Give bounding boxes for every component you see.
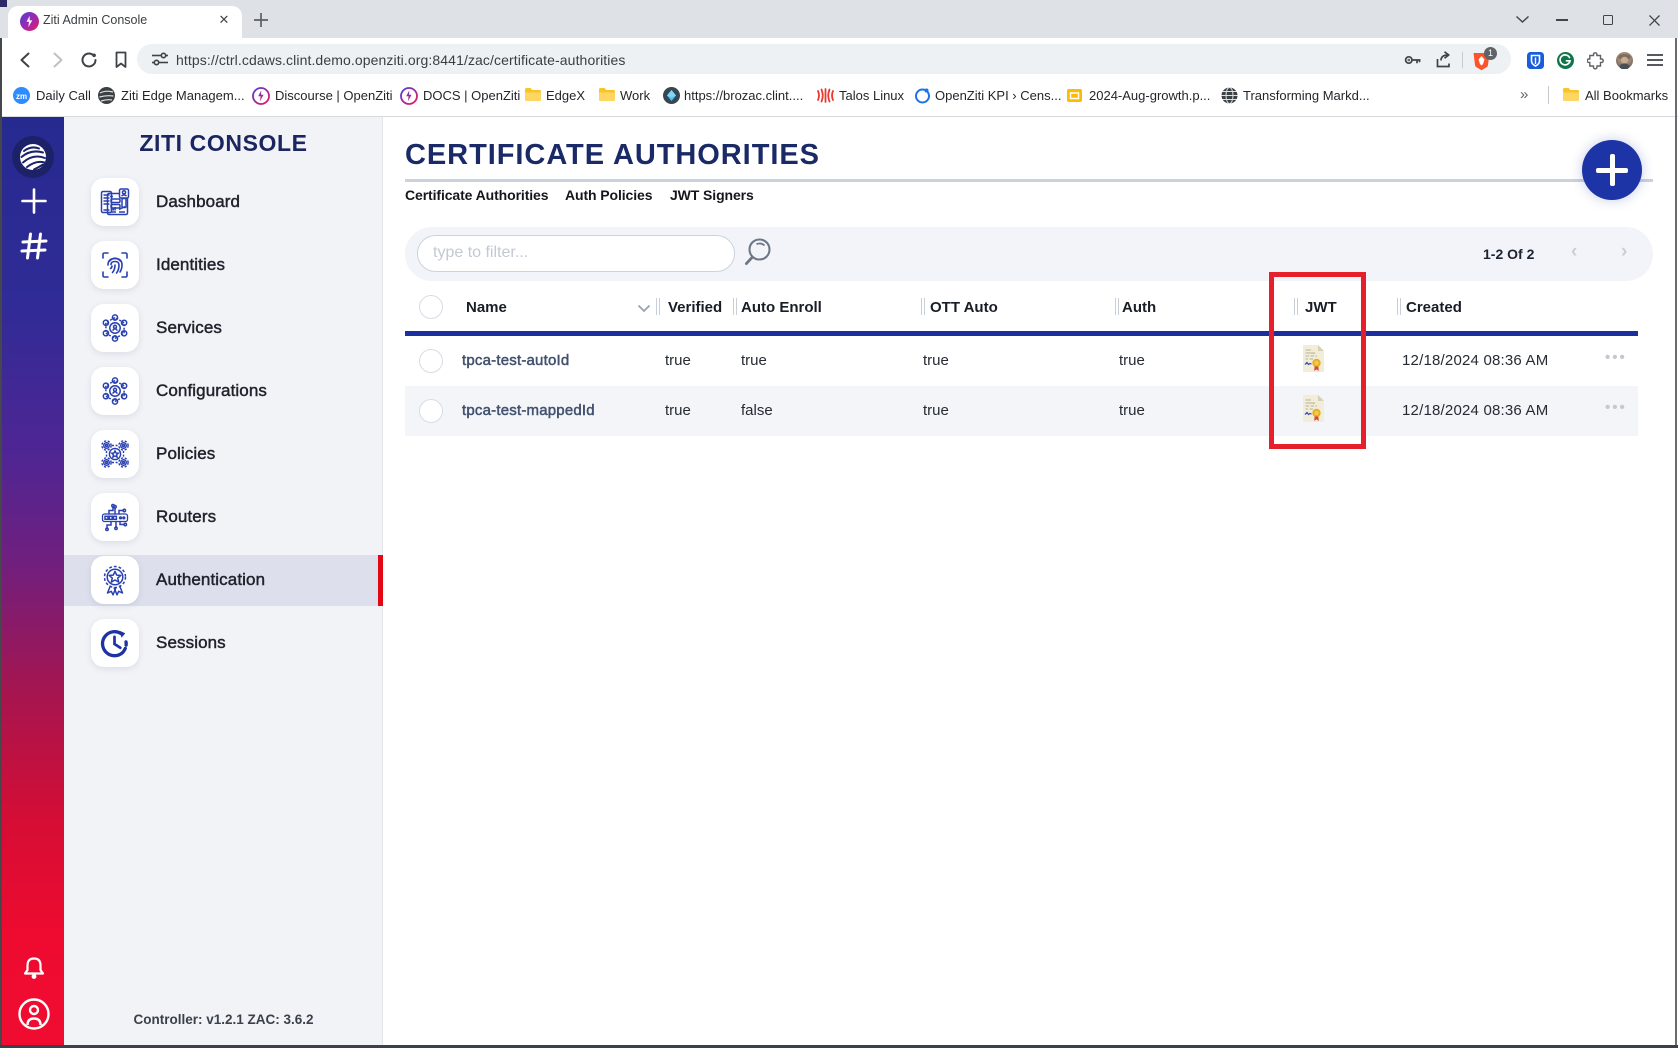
svg-text:zm: zm (16, 92, 27, 101)
